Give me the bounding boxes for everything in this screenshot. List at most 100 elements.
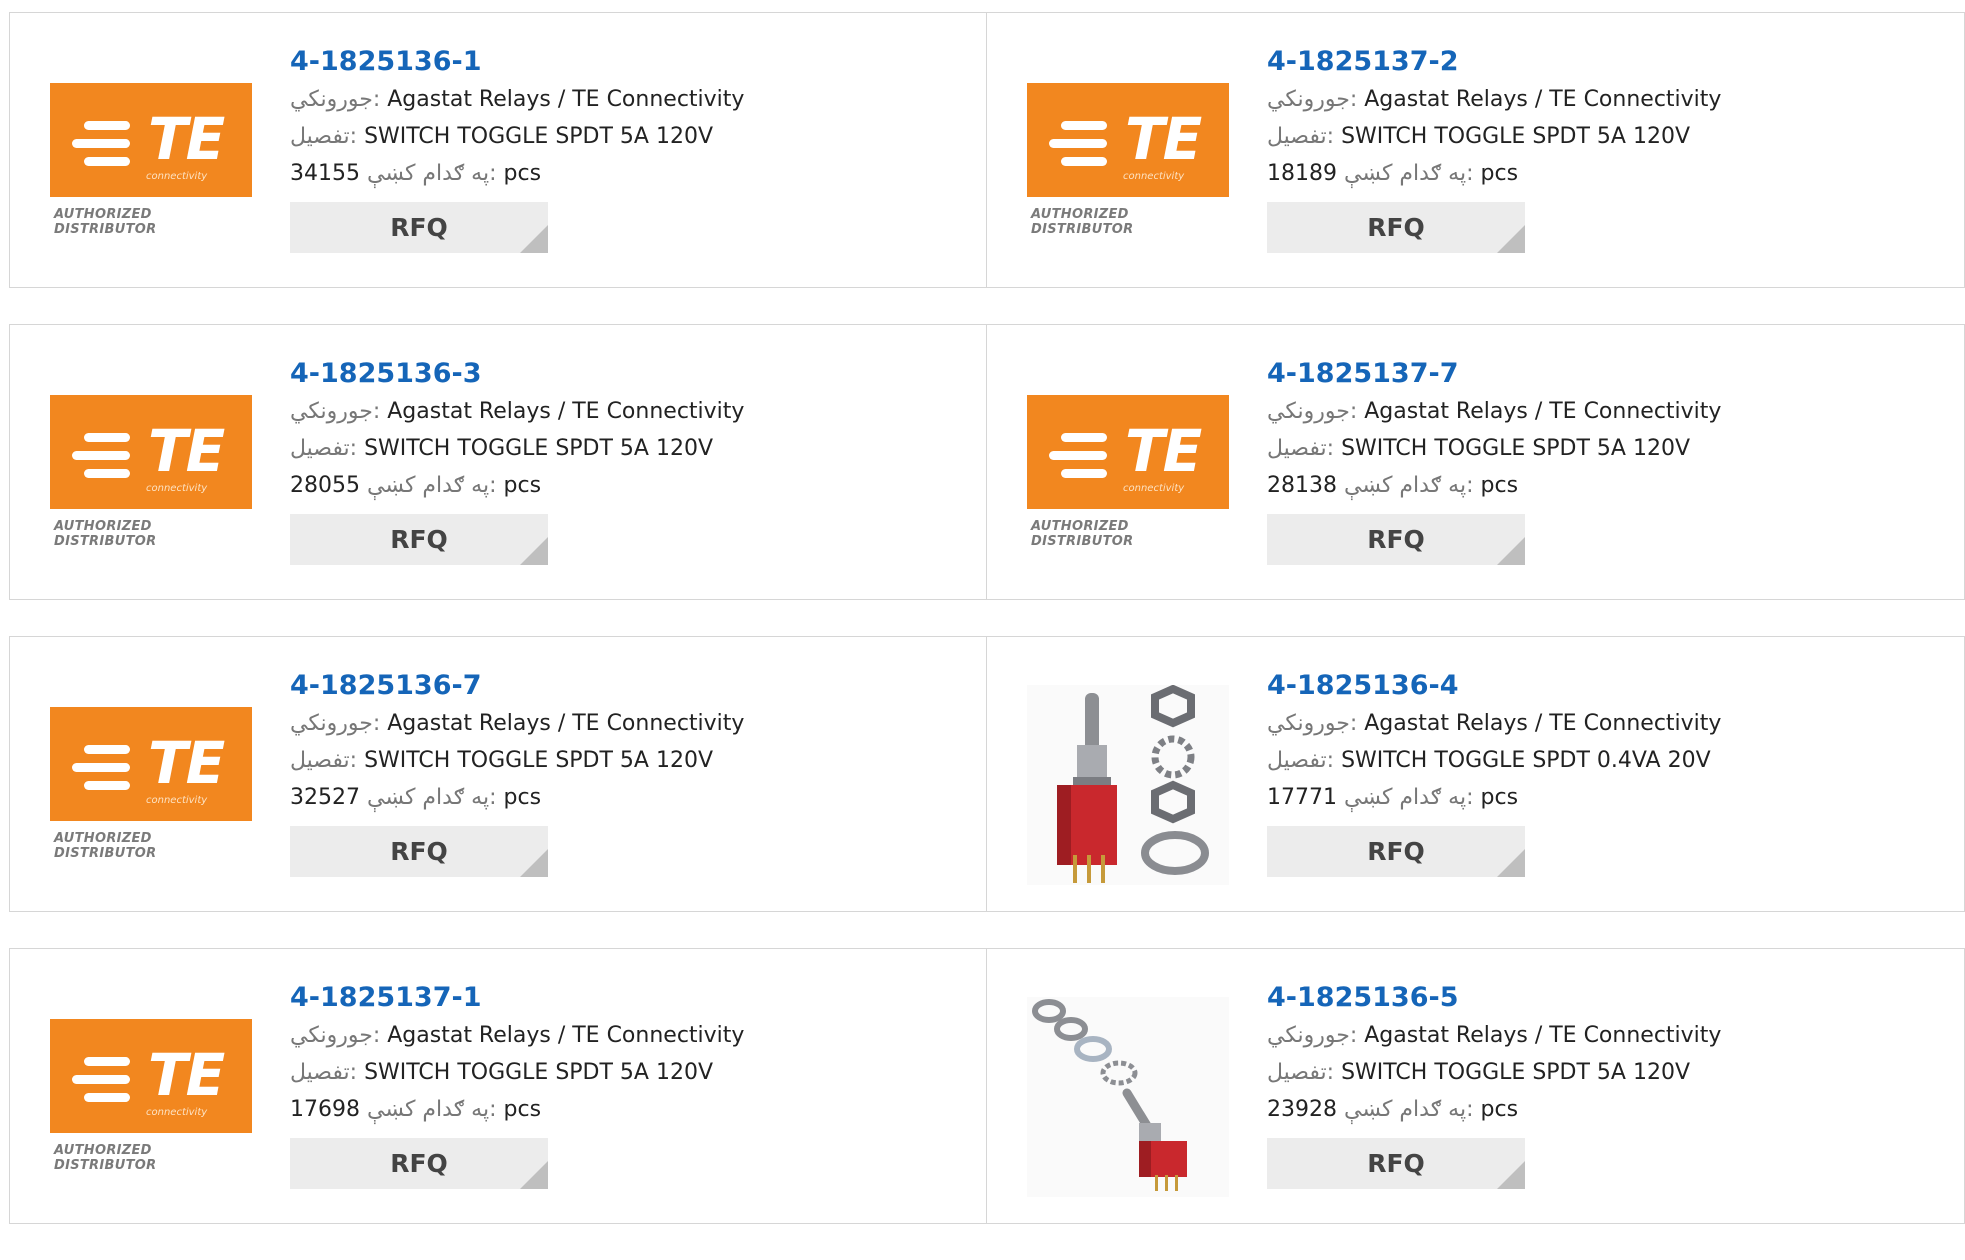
stock-label: په ګدام کښې:: [1344, 785, 1474, 810]
stock-unit: pcs: [503, 1097, 542, 1122]
stock-unit: pcs: [1480, 785, 1519, 810]
rfq-button[interactable]: RFQ: [290, 202, 548, 253]
description-value: SWITCH TOGGLE SPDT 5A 120V: [1341, 124, 1691, 149]
part-number-link[interactable]: 4-1825136-7: [290, 667, 744, 705]
manufacturer-label: جورونكي:: [1267, 399, 1358, 424]
product-card: TE connectivity AUTHORIZED DISTRIBUTOR 4…: [9, 636, 987, 912]
description-label: تفصيل:: [1267, 748, 1335, 773]
description-label: تفصيل:: [290, 436, 358, 461]
toggle-switch-icon: [1027, 997, 1229, 1197]
manufacturer-value: Agastat Relays / TE Connectivity: [1364, 399, 1722, 424]
product-row: TE connectivity AUTHORIZED DISTRIBUTOR 4…: [9, 324, 1965, 600]
part-number-link[interactable]: 4-1825136-4: [1267, 667, 1721, 705]
part-number-link[interactable]: 4-1825137-7: [1267, 355, 1721, 393]
te-logo-icon: TE connectivity: [1027, 83, 1229, 197]
te-logo-image[interactable]: TE connectivity AUTHORIZED DISTRIBUTOR: [50, 61, 252, 241]
toggle-switch-photo[interactable]: [1027, 685, 1229, 885]
te-logo-icon: TE connectivity: [1027, 395, 1229, 509]
stock-label: په ګدام کښې:: [1344, 473, 1474, 498]
manufacturer-label: جورونكي:: [1267, 87, 1358, 112]
product-row: TE connectivity AUTHORIZED DISTRIBUTOR 4…: [9, 948, 1965, 1224]
description-value: SWITCH TOGGLE SPDT 5A 120V: [364, 1060, 714, 1085]
part-number-link[interactable]: 4-1825137-2: [1267, 43, 1721, 81]
stock-label: په ګدام کښې:: [367, 785, 497, 810]
product-card: TE connectivity AUTHORIZED DISTRIBUTOR 4…: [9, 324, 987, 600]
stock-value: 32527: [290, 785, 360, 810]
description-label: تفصيل:: [1267, 124, 1335, 149]
description-value: SWITCH TOGGLE SPDT 5A 120V: [364, 436, 714, 461]
product-card: TE connectivity AUTHORIZED DISTRIBUTOR 4…: [987, 324, 1965, 600]
description-label: تفصيل:: [290, 1060, 358, 1085]
rfq-button[interactable]: RFQ: [1267, 514, 1525, 565]
te-logo-image[interactable]: TE connectivity AUTHORIZED DISTRIBUTOR: [1027, 61, 1229, 241]
manufacturer-label: جورونكي:: [290, 399, 381, 424]
product-card: TE connectivity AUTHORIZED DISTRIBUTOR 4…: [9, 12, 987, 288]
product-row: TE connectivity AUTHORIZED DISTRIBUTOR 4…: [9, 12, 1965, 288]
description-label: تفصيل:: [290, 748, 358, 773]
manufacturer-value: Agastat Relays / TE Connectivity: [387, 1023, 745, 1048]
manufacturer-value: Agastat Relays / TE Connectivity: [1364, 87, 1722, 112]
toggle-switch-angled-photo[interactable]: [1027, 997, 1229, 1197]
description-label: تفصيل:: [1267, 436, 1335, 461]
stock-label: په ګدام کښې:: [367, 1097, 497, 1122]
manufacturer-value: Agastat Relays / TE Connectivity: [387, 711, 745, 736]
part-number-link[interactable]: 4-1825136-1: [290, 43, 744, 81]
rfq-button[interactable]: RFQ: [1267, 202, 1525, 253]
te-logo-image[interactable]: TE connectivity AUTHORIZED DISTRIBUTOR: [1027, 373, 1229, 553]
authorized-distributor-label: AUTHORIZED DISTRIBUTOR: [54, 831, 157, 861]
rfq-button[interactable]: RFQ: [290, 1138, 548, 1189]
manufacturer-value: Agastat Relays / TE Connectivity: [1364, 1023, 1722, 1048]
part-number-link[interactable]: 4-1825137-1: [290, 979, 744, 1017]
stock-label: په ګدام کښې:: [367, 161, 497, 186]
te-logo-image[interactable]: TE connectivity AUTHORIZED DISTRIBUTOR: [50, 373, 252, 553]
stock-value: 23928: [1267, 1097, 1337, 1122]
te-logo-icon: TE connectivity: [50, 1019, 252, 1133]
rfq-button[interactable]: RFQ: [290, 514, 548, 565]
description-value: SWITCH TOGGLE SPDT 5A 120V: [1341, 1060, 1691, 1085]
product-card: 4-1825136-5 جورونكي: Agastat Relays / TE…: [987, 948, 1965, 1224]
te-logo-image[interactable]: TE connectivity AUTHORIZED DISTRIBUTOR: [50, 997, 252, 1177]
te-logo-icon: TE connectivity: [50, 707, 252, 821]
description-value: SWITCH TOGGLE SPDT 0.4VA 20V: [1341, 748, 1711, 773]
te-logo-image[interactable]: TE connectivity AUTHORIZED DISTRIBUTOR: [50, 685, 252, 865]
authorized-distributor-label: AUTHORIZED DISTRIBUTOR: [1031, 519, 1134, 549]
product-grid: TE connectivity AUTHORIZED DISTRIBUTOR 4…: [9, 12, 1965, 1260]
part-number-link[interactable]: 4-1825136-5: [1267, 979, 1721, 1017]
stock-value: 17771: [1267, 785, 1337, 810]
product-card: 4-1825136-4 جورونكي: Agastat Relays / TE…: [987, 636, 1965, 912]
stock-unit: pcs: [1480, 1097, 1519, 1122]
authorized-distributor-label: AUTHORIZED DISTRIBUTOR: [54, 1143, 157, 1173]
te-logo-icon: TE connectivity: [50, 83, 252, 197]
stock-unit: pcs: [1480, 161, 1519, 186]
manufacturer-value: Agastat Relays / TE Connectivity: [387, 399, 745, 424]
rfq-button[interactable]: RFQ: [1267, 826, 1525, 877]
stock-unit: pcs: [503, 473, 542, 498]
description-label: تفصيل:: [290, 124, 358, 149]
part-number-link[interactable]: 4-1825136-3: [290, 355, 744, 393]
description-value: SWITCH TOGGLE SPDT 5A 120V: [1341, 436, 1691, 461]
product-card: TE connectivity AUTHORIZED DISTRIBUTOR 4…: [9, 948, 987, 1224]
te-logo-icon: TE connectivity: [50, 395, 252, 509]
stock-label: په ګدام کښې:: [367, 473, 497, 498]
stock-label: په ګدام کښې:: [1344, 1097, 1474, 1122]
authorized-distributor-label: AUTHORIZED DISTRIBUTOR: [1031, 207, 1134, 237]
rfq-button[interactable]: RFQ: [1267, 1138, 1525, 1189]
description-label: تفصيل:: [1267, 1060, 1335, 1085]
description-value: SWITCH TOGGLE SPDT 5A 120V: [364, 124, 714, 149]
description-value: SWITCH TOGGLE SPDT 5A 120V: [364, 748, 714, 773]
manufacturer-value: Agastat Relays / TE Connectivity: [1364, 711, 1722, 736]
authorized-distributor-label: AUTHORIZED DISTRIBUTOR: [54, 519, 157, 549]
stock-value: 34155: [290, 161, 360, 186]
stock-label: په ګدام کښې:: [1344, 161, 1474, 186]
stock-value: 17698: [290, 1097, 360, 1122]
stock-unit: pcs: [503, 161, 542, 186]
stock-value: 18189: [1267, 161, 1337, 186]
stock-unit: pcs: [503, 785, 542, 810]
toggle-switch-icon: [1027, 685, 1229, 885]
manufacturer-label: جورونكي:: [290, 1023, 381, 1048]
product-card: TE connectivity AUTHORIZED DISTRIBUTOR 4…: [987, 12, 1965, 288]
rfq-button[interactable]: RFQ: [290, 826, 548, 877]
product-row: TE connectivity AUTHORIZED DISTRIBUTOR 4…: [9, 636, 1965, 912]
manufacturer-value: Agastat Relays / TE Connectivity: [387, 87, 745, 112]
stock-unit: pcs: [1480, 473, 1519, 498]
